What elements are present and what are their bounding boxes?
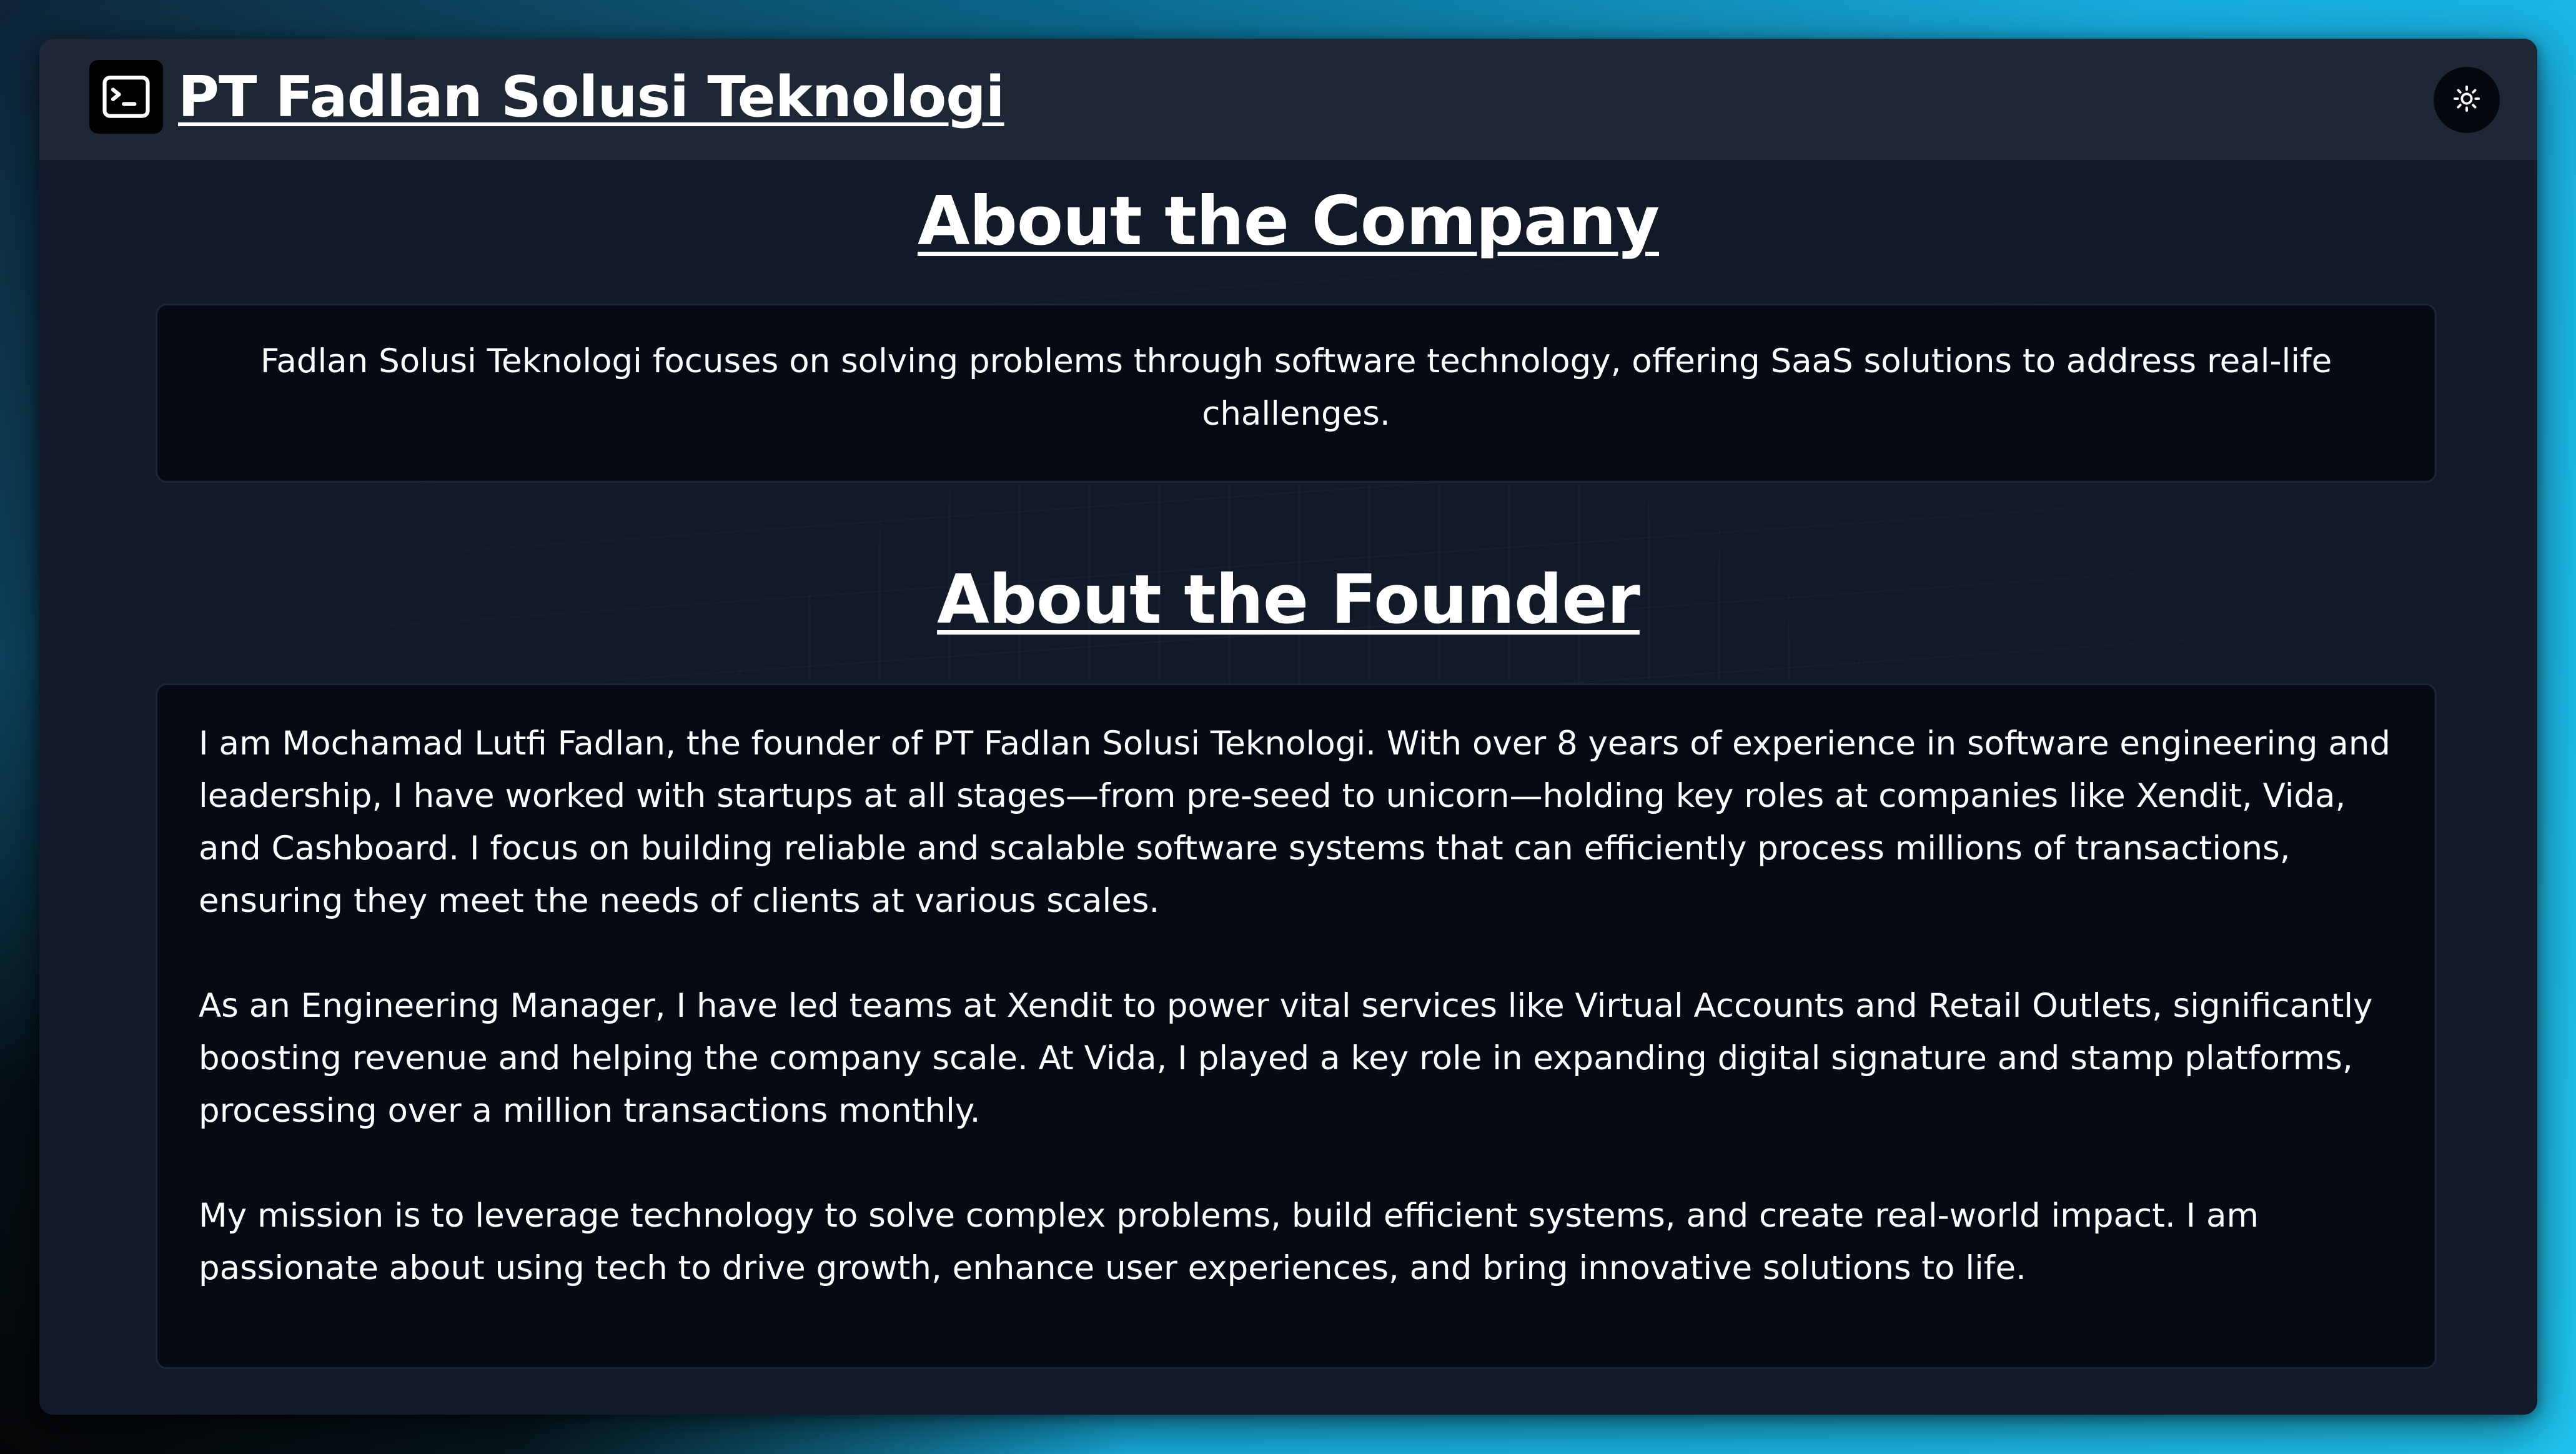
app-window: PT Fadlan Solusi Teknologi About the Com…	[39, 39, 2537, 1415]
founder-card: I am Mochamad Lutfi Fadlan, the founder …	[156, 683, 2437, 1369]
terminal-icon	[89, 60, 163, 134]
sun-icon	[2452, 84, 2481, 116]
founder-paragraph-2: As an Engineering Manager, I have led te…	[199, 987, 2373, 1130]
founder-heading: About the Founder	[937, 561, 1640, 639]
company-description: Fadlan Solusi Teknologi focuses on solvi…	[260, 342, 2332, 433]
theme-toggle-button[interactable]	[2434, 67, 2500, 133]
site-header: PT Fadlan Solusi Teknologi	[39, 39, 2537, 160]
founder-paragraph-1: I am Mochamad Lutfi Fadlan, the founder …	[199, 725, 2391, 920]
site-title: PT Fadlan Solusi Teknologi	[178, 64, 1005, 130]
founder-paragraph-3: My mission is to leverage technology to …	[199, 1197, 2259, 1287]
company-card: Fadlan Solusi Teknologi focuses on solvi…	[156, 304, 2437, 483]
brand-home-link[interactable]: PT Fadlan Solusi Teknologi	[89, 60, 1005, 134]
company-heading: About the Company	[917, 182, 1660, 260]
